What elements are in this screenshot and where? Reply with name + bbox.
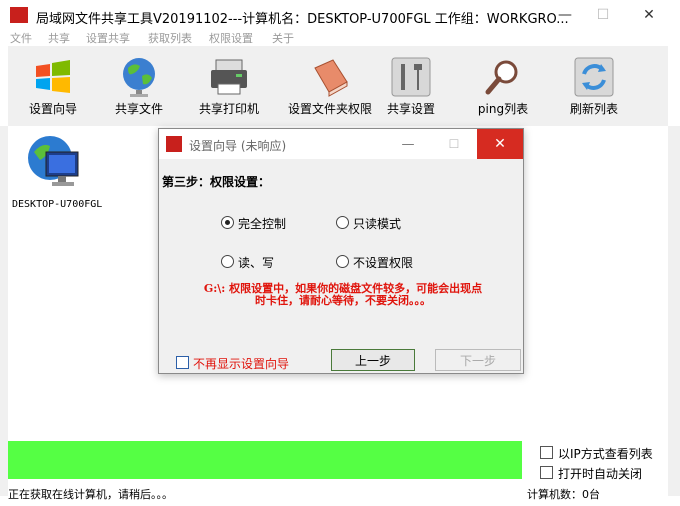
menu-get-list[interactable]: 获取列表	[148, 30, 192, 46]
refresh-icon	[574, 57, 614, 97]
step-heading: 第三步：权限设置：	[162, 175, 271, 189]
previous-button[interactable]: 上一步	[331, 349, 415, 371]
dialog-close-button[interactable]: ✕	[477, 129, 523, 159]
auto-close-check-box[interactable]	[540, 466, 553, 479]
dialog-minimize-button[interactable]: —	[385, 129, 431, 159]
folder-permission-button[interactable]: 设置文件夹权限	[280, 46, 380, 126]
menu-bar: 文件 共享 设置共享 获取列表 权限设置 关于	[0, 30, 680, 46]
refresh-list-button[interactable]: 刷新列表	[549, 46, 639, 126]
window-title: 局域网文件共享工具V20191102---计算机名：DESKTOP-U700FG…	[36, 12, 569, 27]
app-logo-icon	[166, 136, 182, 152]
app-logo-icon	[10, 7, 28, 23]
ping-list-label: ping列表	[477, 102, 529, 116]
printer-icon	[211, 59, 247, 95]
next-button[interactable]: 下一步	[435, 349, 521, 371]
ip-view-label: 以IP方式查看列表	[558, 447, 653, 461]
refresh-list-label: 刷新列表	[569, 102, 618, 116]
windows-logo-icon	[36, 60, 70, 93]
no-show-label: 不再显示设置向导	[193, 357, 290, 371]
ping-list-button[interactable]: ping列表	[458, 46, 548, 126]
computer-item[interactable]	[24, 132, 84, 196]
globe-icon	[123, 58, 155, 97]
status-text: 正在获取在线计算机，请稍后。。。	[8, 488, 173, 501]
computer-name-label: DESKTOP-U700FGL	[12, 199, 103, 210]
menu-file[interactable]: 文件	[10, 30, 32, 46]
dialog-title: 设置向导 (未响应)	[189, 139, 287, 153]
radio-dot[interactable]	[336, 216, 349, 229]
menu-permissions[interactable]: 权限设置	[209, 30, 253, 46]
setup-wizard-label: 设置向导	[28, 102, 77, 116]
magnifier-icon	[485, 60, 518, 95]
menu-about[interactable]: 关于	[272, 30, 294, 46]
right-frame	[668, 126, 680, 496]
warning-line-2: 时卡住，请耐心等待，不要关闭。。。	[255, 294, 431, 307]
radio-dot[interactable]	[221, 255, 234, 268]
tools-icon	[391, 57, 431, 97]
ip-view-check-box[interactable]	[540, 446, 553, 459]
share-printer-label: 共享打印机	[198, 102, 259, 116]
dialog-maximize-button[interactable]: ☐	[431, 129, 477, 159]
no-show-check-box[interactable]	[176, 356, 189, 369]
radio-dot[interactable]	[221, 216, 234, 229]
radio-label: 完全控制	[238, 217, 287, 231]
network-computer-icon	[28, 136, 79, 186]
maximize-button[interactable]: ☐	[580, 0, 626, 30]
book-icon	[314, 59, 348, 97]
share-file-button[interactable]: 共享文件	[94, 46, 184, 126]
toolbar: 设置向导 共享文件 共享打印机 设置文件夹权限 共享设置 ping列表 刷新列表	[8, 46, 668, 126]
close-button[interactable]: ✕	[626, 0, 672, 30]
radio-dot[interactable]	[336, 255, 349, 268]
radio-label: 读、写	[238, 256, 275, 270]
folder-permission-label: 设置文件夹权限	[287, 102, 372, 116]
share-printer-button[interactable]: 共享打印机	[184, 46, 274, 126]
auto-close-label: 打开时自动关闭	[558, 467, 643, 481]
radio-label: 不设置权限	[353, 256, 414, 270]
share-settings-button[interactable]: 共享设置	[366, 46, 456, 126]
setup-wizard-dialog: 设置向导 (未响应) — ☐ ✕ 第三步：权限设置： 完全控制 只读模式 读、写…	[158, 128, 524, 374]
dialog-title-bar: 设置向导 (未响应) — ☐ ✕	[159, 129, 523, 159]
setup-wizard-button[interactable]: 设置向导	[8, 46, 98, 126]
computer-count: 计算机数：0台	[527, 488, 600, 501]
radio-label: 只读模式	[353, 217, 402, 231]
share-file-label: 共享文件	[114, 102, 163, 116]
warning-text: G:\: 权限设置中，如果你的磁盘文件较多，可能会出现点 时卡住，请耐心等待，不…	[173, 283, 513, 307]
share-settings-label: 共享设置	[386, 102, 435, 116]
menu-set-share[interactable]: 设置共享	[86, 30, 130, 46]
left-frame	[0, 126, 8, 496]
title-bar: 局域网文件共享工具V20191102---计算机名：DESKTOP-U700FG…	[0, 0, 680, 30]
menu-share[interactable]: 共享	[48, 30, 70, 46]
progress-bar	[8, 441, 522, 479]
